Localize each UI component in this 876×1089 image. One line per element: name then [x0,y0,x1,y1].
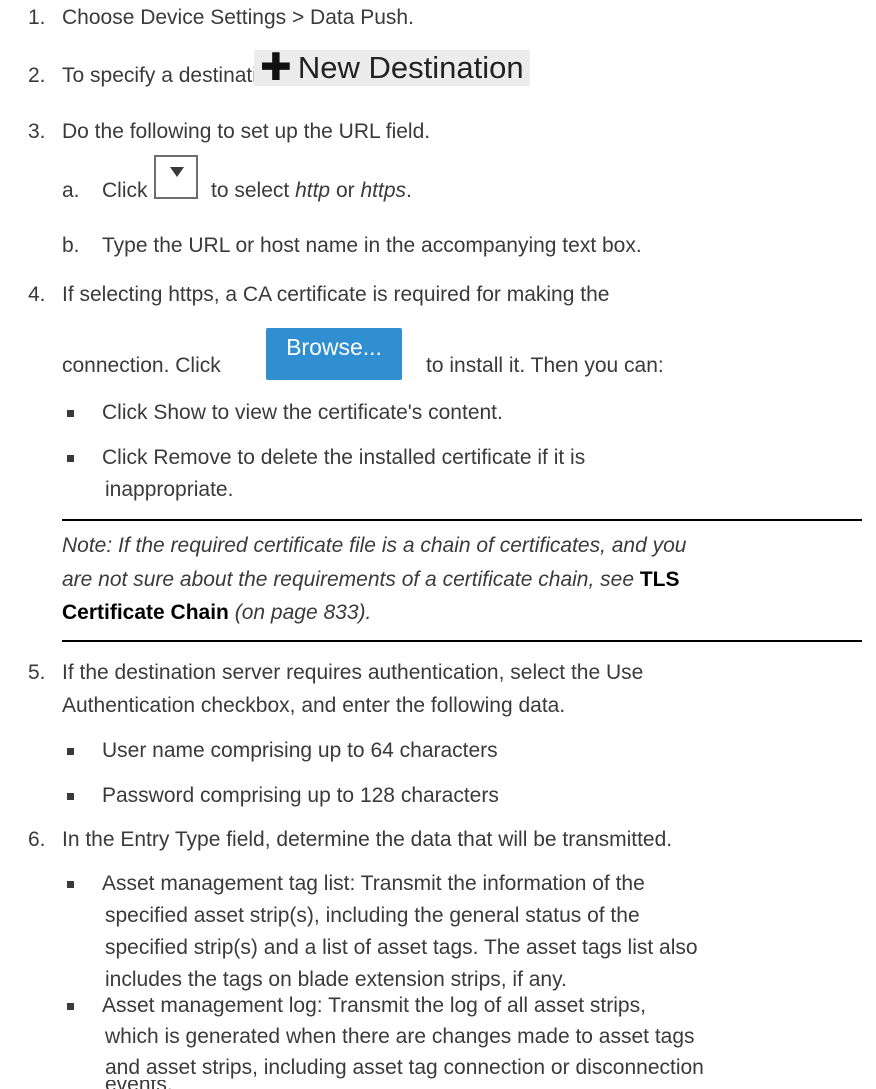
step-text-end: to install it. Then you can: [426,354,664,377]
tls-link[interactable]: TLS [640,568,680,591]
substep-text: Click [102,179,148,202]
note-line-2: are not sure about the requirements of a… [62,568,680,591]
step-number: 2. [28,64,46,87]
certificate-chain-link[interactable]: Certificate Chain [62,601,229,624]
substep-letter: b. [62,234,80,257]
dropdown-arrow-icon [170,167,184,177]
bullet-text: and asset strips, including asset tag co… [105,1056,704,1079]
bullet-text: Asset management log: Transmit the log o… [102,994,646,1017]
bullet-icon [67,748,74,755]
bullet-text: Click Remove to delete the installed cer… [102,446,586,469]
bullet-text: User name comprising up to 64 characters [102,739,498,762]
step-number: 1. [28,6,46,29]
bullet-text: includes the tags on blade extension str… [105,968,567,991]
plus-icon: ✚ [260,47,292,89]
step-number: 3. [28,120,46,143]
bullet-text: inappropriate. [105,478,234,501]
bullet-icon [67,793,74,800]
dropdown-button[interactable] [154,155,198,199]
step-number: 4. [28,283,46,306]
substep-text-mid: to select http or https. [211,179,412,202]
step-text: Choose Device Settings > Data Push. [62,6,414,29]
step-number: 6. [28,828,46,851]
document-page: 1. Choose Device Settings > Data Push. 2… [0,0,876,1089]
note-top-rule [62,519,862,521]
bullet-icon [67,881,74,888]
bullet-text: specified asset strip(s), including the … [105,904,640,927]
bullet-icon [67,410,74,417]
substep-text: Type the URL or host name in the accompa… [102,234,642,257]
bullet-icon [67,1003,74,1010]
new-destination-button[interactable]: ✚ New Destination [254,47,530,89]
bullet-text: which is generated when there are change… [105,1025,695,1048]
substep-letter: a. [62,179,80,202]
note-line-1: Note: If the required certificate file i… [62,534,687,557]
step-text: connection. Click [62,354,221,377]
step-number: 5. [28,661,46,684]
step-text: If the destination server requires authe… [62,661,644,684]
step-text: If selecting https, a CA certificate is … [62,283,610,306]
bullet-text: Password comprising up to 128 characters [102,784,499,807]
bullet-text: specified strip(s) and a list of asset t… [105,936,698,959]
step-text: In the Entry Type field, determine the d… [62,828,673,851]
bullet-text: events. [105,1080,173,1089]
new-destination-label: New Destination [297,50,524,85]
note-bottom-rule [62,640,862,642]
browse-button[interactable]: Browse... [266,328,402,380]
bullet-text: Asset management tag list: Transmit the … [102,872,645,895]
step-text: Authentication checkbox, and enter the f… [62,694,566,717]
bullet-text: Click Show to view the certificate's con… [102,401,503,424]
note-line-3: Certificate Chain (on page 833). [62,601,372,624]
step-text: Do the following to set up the URL field… [62,120,431,143]
bullet-icon [67,455,74,462]
